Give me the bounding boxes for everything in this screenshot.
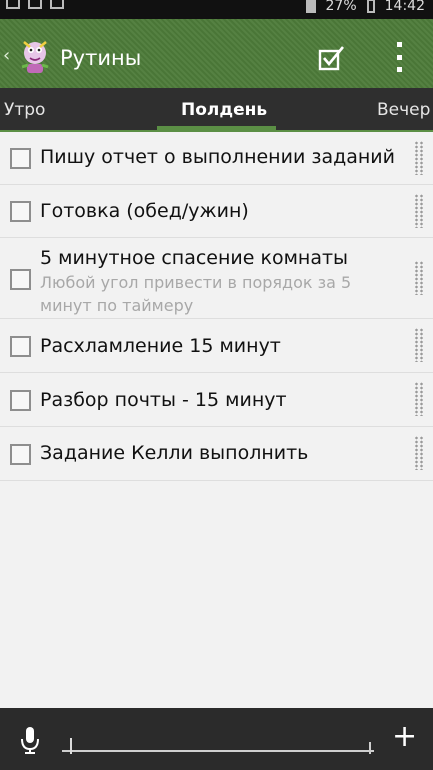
tab-noon[interactable]: Полдень <box>181 100 267 120</box>
notification-icon <box>50 0 64 9</box>
bottom-bar: + <box>0 708 433 770</box>
battery-percent: 27% <box>325 0 357 14</box>
active-tab-indicator <box>157 126 276 131</box>
notification-icons <box>6 0 64 19</box>
drag-handle-icon[interactable] <box>414 261 424 295</box>
task-row[interactable]: 5 минутное спасение комнаты Любой угол п… <box>0 239 433 319</box>
task-title: Задание Келли выполнить <box>40 442 309 464</box>
signal-icon <box>305 0 316 13</box>
task-checkbox[interactable] <box>10 444 31 465</box>
task-checkbox[interactable] <box>10 269 31 290</box>
app-title: Рутины <box>60 46 142 70</box>
task-checkbox[interactable] <box>10 336 31 357</box>
new-task-input[interactable] <box>62 722 374 752</box>
overflow-menu-icon[interactable] <box>392 42 406 72</box>
task-title: 5 минутное спасение комнаты <box>40 247 349 269</box>
checkbox-check-icon[interactable] <box>318 45 346 71</box>
notification-icon <box>6 0 20 9</box>
app-logo-icon[interactable] <box>18 37 52 75</box>
tab-morning[interactable]: Утро <box>4 100 45 120</box>
task-title: Расхламление 15 минут <box>40 335 281 357</box>
input-edge <box>369 742 371 754</box>
task-checkbox[interactable] <box>10 148 31 169</box>
task-title: Готовка (обед/ужин) <box>40 200 249 222</box>
drag-handle-icon[interactable] <box>414 436 424 470</box>
task-description: Любой угол привести в порядок за 5 минут… <box>40 273 352 315</box>
status-right: 27% 14:42 <box>305 0 425 14</box>
status-bar: 27% 14:42 <box>0 0 433 19</box>
task-checkbox[interactable] <box>10 390 31 411</box>
drag-handle-icon[interactable] <box>414 141 424 175</box>
drag-handle-icon[interactable] <box>414 328 424 362</box>
action-bar: ‹ Рутины <box>0 19 433 88</box>
task-row[interactable]: Расхламление 15 минут <box>0 320 433 373</box>
task-row[interactable]: Задание Келли выполнить <box>0 428 433 481</box>
battery-icon <box>366 0 375 13</box>
task-title: Пишу отчет о выполнении заданий <box>40 146 395 168</box>
task-title: Разбор почты - 15 минут <box>40 389 287 411</box>
text-cursor <box>70 738 72 754</box>
task-row[interactable]: Пишу отчет о выполнении заданий <box>0 133 433 185</box>
clock: 14:42 <box>384 0 425 14</box>
task-row[interactable]: Разбор почты - 15 минут <box>0 374 433 427</box>
back-chevron-icon[interactable]: ‹ <box>3 45 10 66</box>
plus-icon[interactable]: + <box>392 722 417 752</box>
drag-handle-icon[interactable] <box>414 382 424 416</box>
microphone-icon[interactable] <box>20 725 40 755</box>
tab-evening[interactable]: Вечер <box>377 100 430 120</box>
task-checkbox[interactable] <box>10 201 31 222</box>
drag-handle-icon[interactable] <box>414 194 424 228</box>
notification-icon <box>28 0 42 9</box>
task-row[interactable]: Готовка (обед/ужин) <box>0 186 433 238</box>
